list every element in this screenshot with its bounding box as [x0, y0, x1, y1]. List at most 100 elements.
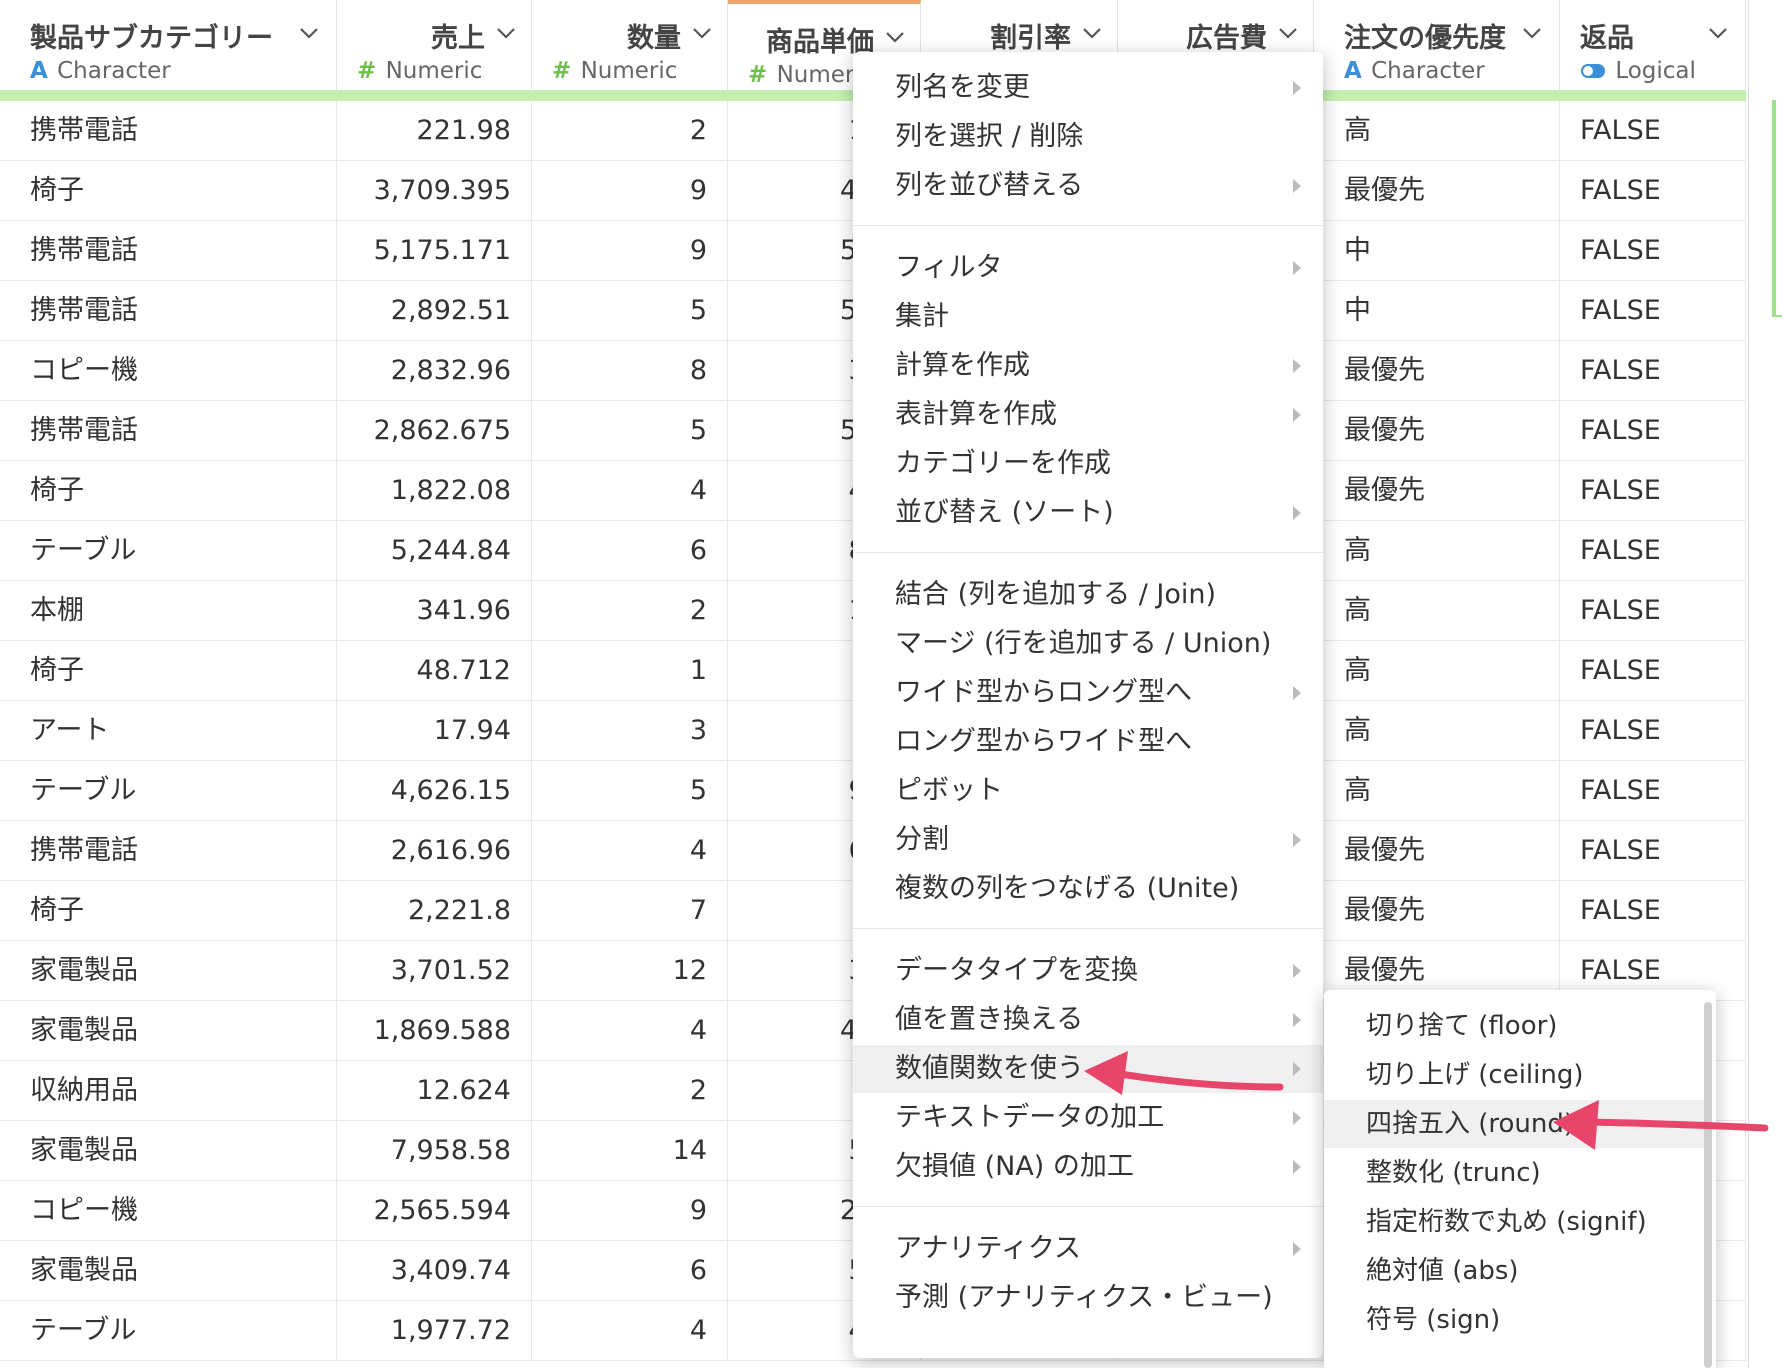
- cell-returned[interactable]: FALSE: [1560, 101, 1746, 160]
- cell-subcategory[interactable]: 携帯電話: [0, 101, 337, 160]
- cell-order-priority[interactable]: 最優先: [1314, 161, 1560, 220]
- chevron-down-icon[interactable]: [1079, 20, 1105, 46]
- column-header-subcategory[interactable]: 製品サブカテゴリー A Character: [0, 0, 337, 90]
- cell-sales[interactable]: 48.712: [337, 641, 532, 700]
- menu-item[interactable]: ロング型からワイド型へ: [853, 718, 1323, 766]
- cell-sales[interactable]: 2,565.594: [337, 1181, 532, 1240]
- cell-quantity[interactable]: 5: [532, 281, 728, 340]
- cell-quantity[interactable]: 2: [532, 101, 728, 160]
- cell-order-priority[interactable]: 中: [1314, 221, 1560, 280]
- cell-quantity[interactable]: 4: [532, 1001, 728, 1060]
- menu-item[interactable]: 予測 (アナリティクス・ビュー): [853, 1274, 1323, 1322]
- cell-quantity[interactable]: 4: [532, 461, 728, 520]
- chevron-down-icon[interactable]: [689, 20, 715, 46]
- cell-sales[interactable]: 2,832.96: [337, 341, 532, 400]
- cell-subcategory[interactable]: コピー機: [0, 1181, 337, 1240]
- cell-sales[interactable]: 17.94: [337, 701, 532, 760]
- cell-quantity[interactable]: 6: [532, 1241, 728, 1300]
- cell-subcategory[interactable]: 携帯電話: [0, 821, 337, 880]
- chevron-down-icon[interactable]: [1519, 20, 1545, 46]
- cell-subcategory[interactable]: 椅子: [0, 881, 337, 940]
- menu-item[interactable]: マージ (行を追加する / Union): [853, 620, 1323, 668]
- cell-returned[interactable]: FALSE: [1560, 521, 1746, 580]
- chevron-down-icon[interactable]: [882, 24, 908, 50]
- column-header-order-priority[interactable]: 注文の優先度 A Character: [1314, 0, 1560, 90]
- chevron-down-icon[interactable]: [1275, 20, 1301, 46]
- cell-returned[interactable]: FALSE: [1560, 761, 1746, 820]
- menu-item[interactable]: カテゴリーを作成: [853, 440, 1323, 488]
- submenu-item[interactable]: 切り捨て (floor): [1324, 1002, 1704, 1050]
- submenu-item[interactable]: 四捨五入 (round): [1324, 1100, 1704, 1148]
- cell-subcategory[interactable]: テーブル: [0, 761, 337, 820]
- cell-sales[interactable]: 2,892.51: [337, 281, 532, 340]
- cell-sales[interactable]: 5,244.84: [337, 521, 532, 580]
- menu-item[interactable]: 値を置き換える: [853, 996, 1323, 1044]
- cell-quantity[interactable]: 8: [532, 341, 728, 400]
- menu-item[interactable]: 数値関数を使う: [853, 1045, 1323, 1093]
- cell-quantity[interactable]: 5: [532, 761, 728, 820]
- cell-returned[interactable]: FALSE: [1560, 581, 1746, 640]
- cell-quantity[interactable]: 9: [532, 1181, 728, 1240]
- cell-returned[interactable]: FALSE: [1560, 821, 1746, 880]
- cell-quantity[interactable]: 2: [532, 581, 728, 640]
- cell-quantity[interactable]: 7: [532, 881, 728, 940]
- cell-sales[interactable]: 12.624: [337, 1061, 532, 1120]
- cell-subcategory[interactable]: アート: [0, 701, 337, 760]
- cell-sales[interactable]: 2,616.96: [337, 821, 532, 880]
- cell-quantity[interactable]: 6: [532, 521, 728, 580]
- cell-order-priority[interactable]: 中: [1314, 281, 1560, 340]
- menu-item[interactable]: 計算を作成: [853, 342, 1323, 390]
- cell-sales[interactable]: 1,977.72: [337, 1301, 532, 1360]
- menu-item[interactable]: ワイド型からロング型へ: [853, 669, 1323, 717]
- cell-returned[interactable]: FALSE: [1560, 281, 1746, 340]
- cell-subcategory[interactable]: 椅子: [0, 161, 337, 220]
- menu-item[interactable]: 複数の列をつなげる (Unite): [853, 865, 1323, 913]
- cell-order-priority[interactable]: 高: [1314, 521, 1560, 580]
- column-header-returned[interactable]: 返品 Logical: [1560, 0, 1746, 90]
- submenu-item[interactable]: 整数化 (trunc): [1324, 1149, 1704, 1197]
- cell-subcategory[interactable]: 収納用品: [0, 1061, 337, 1120]
- cell-subcategory[interactable]: 椅子: [0, 461, 337, 520]
- menu-item[interactable]: アナリティクス: [853, 1225, 1323, 1273]
- submenu-item[interactable]: 符号 (sign): [1324, 1296, 1704, 1344]
- cell-returned[interactable]: FALSE: [1560, 161, 1746, 220]
- chevron-down-icon[interactable]: [493, 20, 519, 46]
- column-header-quantity[interactable]: 数量 # Numeric: [532, 0, 728, 90]
- cell-returned[interactable]: FALSE: [1560, 461, 1746, 520]
- menu-item[interactable]: ピボット: [853, 767, 1323, 815]
- submenu-item[interactable]: 指定桁数で丸め (signif): [1324, 1198, 1704, 1246]
- cell-sales[interactable]: 4,626.15: [337, 761, 532, 820]
- cell-subcategory[interactable]: テーブル: [0, 521, 337, 580]
- chevron-down-icon[interactable]: [1705, 20, 1731, 46]
- cell-subcategory[interactable]: 本棚: [0, 581, 337, 640]
- cell-quantity[interactable]: 3: [532, 701, 728, 760]
- cell-sales[interactable]: 221.98: [337, 101, 532, 160]
- menu-item[interactable]: 並び替え (ソート): [853, 489, 1323, 537]
- menu-item[interactable]: テキストデータの加工: [853, 1094, 1323, 1142]
- cell-subcategory[interactable]: 携帯電話: [0, 281, 337, 340]
- cell-quantity[interactable]: 1: [532, 641, 728, 700]
- cell-sales[interactable]: 3,701.52: [337, 941, 532, 1000]
- cell-returned[interactable]: FALSE: [1560, 881, 1746, 940]
- submenu-scrollbar[interactable]: [1704, 1002, 1712, 1368]
- cell-subcategory[interactable]: 家電製品: [0, 1241, 337, 1300]
- menu-item[interactable]: 表計算を作成: [853, 391, 1323, 439]
- cell-quantity[interactable]: 4: [532, 1301, 728, 1360]
- cell-quantity[interactable]: 4: [532, 821, 728, 880]
- cell-order-priority[interactable]: 最優先: [1314, 881, 1560, 940]
- cell-order-priority[interactable]: 最優先: [1314, 341, 1560, 400]
- cell-sales[interactable]: 2,862.675: [337, 401, 532, 460]
- menu-item[interactable]: 集計: [853, 293, 1323, 341]
- menu-item[interactable]: 分割: [853, 816, 1323, 864]
- cell-sales[interactable]: 3,709.395: [337, 161, 532, 220]
- cell-quantity[interactable]: 9: [532, 221, 728, 280]
- cell-subcategory[interactable]: 家電製品: [0, 1121, 337, 1180]
- menu-item[interactable]: 列を選択 / 削除: [853, 113, 1323, 161]
- cell-subcategory[interactable]: 携帯電話: [0, 221, 337, 280]
- cell-returned[interactable]: FALSE: [1560, 221, 1746, 280]
- cell-subcategory[interactable]: 椅子: [0, 641, 337, 700]
- cell-order-priority[interactable]: 最優先: [1314, 401, 1560, 460]
- column-header-sales[interactable]: 売上 # Numeric: [337, 0, 532, 90]
- cell-order-priority[interactable]: 高: [1314, 641, 1560, 700]
- cell-sales[interactable]: 1,822.08: [337, 461, 532, 520]
